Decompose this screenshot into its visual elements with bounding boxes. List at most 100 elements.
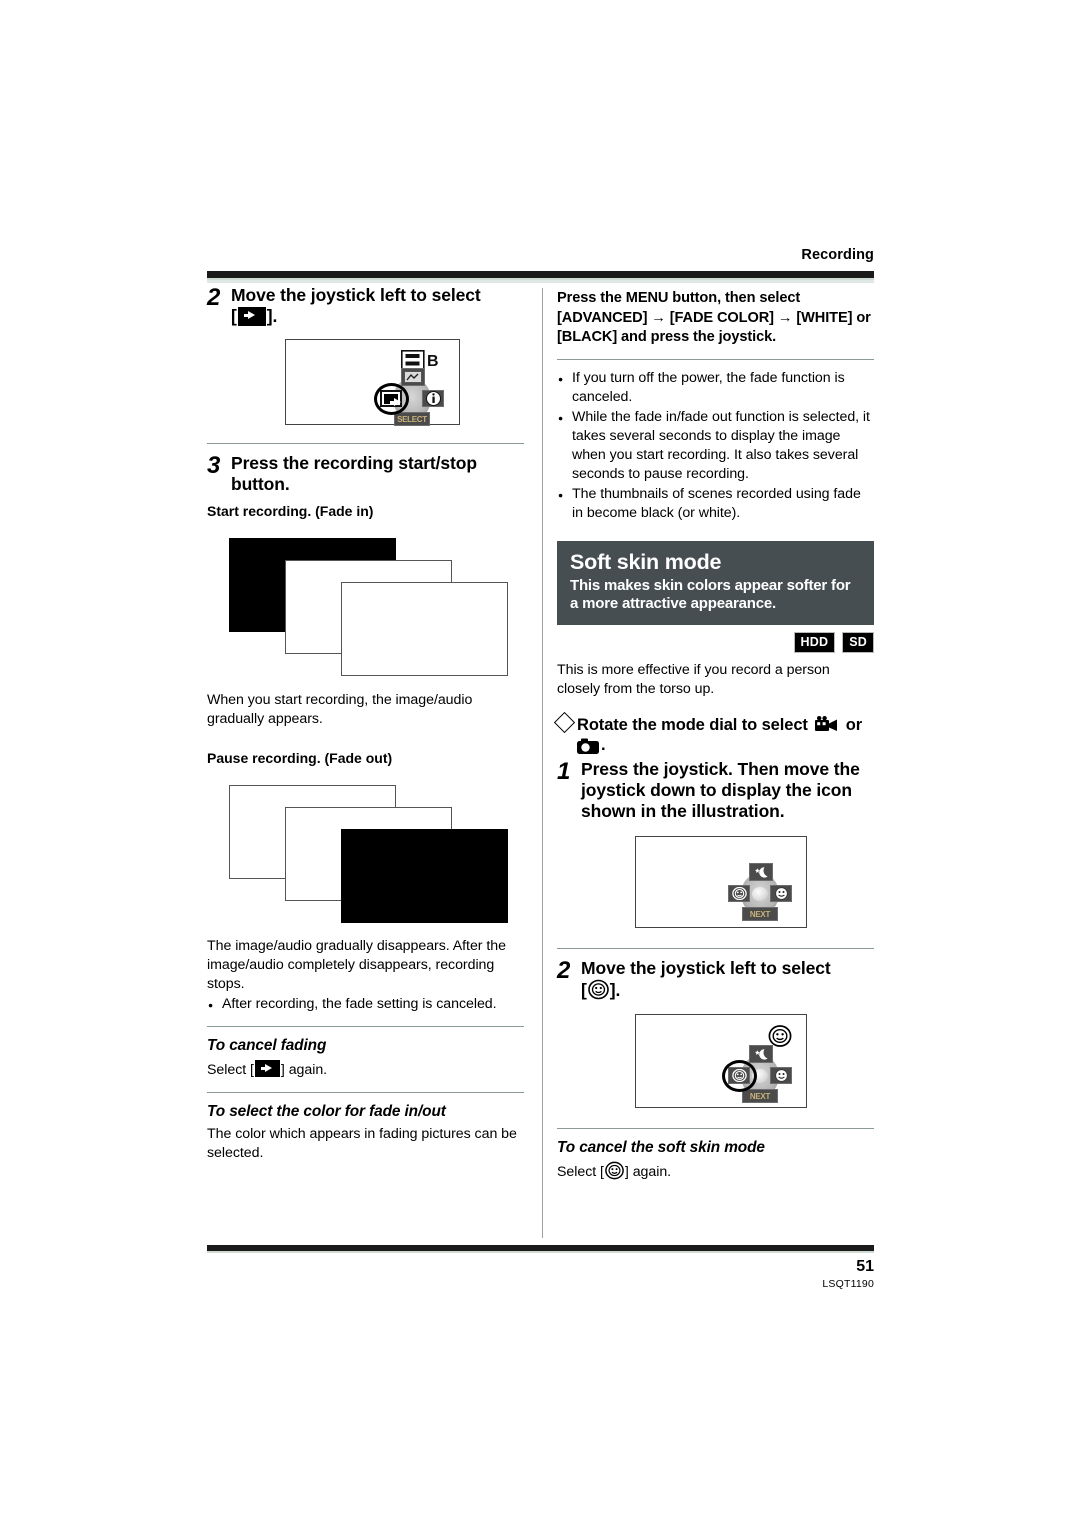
cancel-soft-skin-title: To cancel the soft skin mode — [557, 1139, 765, 1157]
bracket-open: [ — [581, 980, 587, 1001]
menu-instruction: Press the MENU button, then select [ADVA… — [557, 289, 874, 348]
bracket-open: [ — [231, 306, 237, 326]
joystick-up-tile — [401, 368, 425, 386]
joystick-left-tile — [728, 885, 750, 903]
soft-skin-glyph — [587, 979, 609, 1000]
cancel-soft-skin-body: Select [ ] again. — [557, 1161, 874, 1182]
rule-after-step2 — [207, 443, 524, 444]
fade-out-bullet-list: After recording, the fade setting is can… — [207, 994, 524, 1016]
selection-ring — [722, 1060, 757, 1093]
fade-icon — [254, 1059, 280, 1077]
mode-dial-conjunction: or — [845, 716, 863, 735]
joystick-up-tile — [749, 863, 773, 882]
list-item: If you turn off the power, the fade func… — [557, 368, 874, 407]
diamond-bullet-icon — [553, 712, 576, 734]
footer-divider-rule — [207, 1245, 874, 1253]
select-label: Select [ — [207, 1061, 254, 1078]
fade-notes-list: If you turn off the power, the fade func… — [557, 368, 874, 524]
left-step-2: 2 Move the joystick left to select []. — [207, 285, 524, 327]
mode-dial-instruction: Rotate the mode dial to select or . — [553, 712, 874, 756]
fade-color-title: To select the color for fade in/out — [207, 1102, 446, 1120]
again-label: ] again. — [280, 1061, 328, 1078]
badge-hdd: HDD — [793, 631, 836, 654]
camcorder-icon — [815, 716, 838, 734]
joystick-control: SELECT — [374, 368, 444, 428]
bracket-close: ]. — [609, 980, 621, 1001]
fade-out-note: The image/audio gradually disappears. Af… — [207, 937, 506, 993]
joystick-right-tile — [770, 885, 792, 903]
left-column: 2 Move the joystick left to select []. B… — [207, 283, 524, 1163]
soft-skin-icon — [587, 979, 609, 1000]
step-number: 2 — [207, 284, 221, 311]
photo-camera-icon — [577, 738, 599, 755]
night-mode-moon-icon — [755, 1048, 768, 1060]
right-step-2: 2 Move the joystick left to select [ ]. — [557, 958, 874, 1001]
fade-out-illustration — [207, 777, 524, 925]
soft-skin-callout: Soft skin mode This makes skin colors ap… — [557, 541, 874, 625]
step-number: 2 — [557, 957, 571, 985]
joystick-down-tile: SELECT — [394, 412, 430, 426]
page-header: Recording — [207, 248, 874, 280]
soft-skin-glyph — [605, 1161, 624, 1180]
fade-icon — [237, 307, 266, 326]
joystick-down-tile: NEXT — [742, 1089, 778, 1104]
camcorder-glyph — [815, 716, 838, 732]
bracket-close: ]. — [266, 306, 278, 326]
smiley-face-icon — [774, 1069, 788, 1082]
lcd-illustration-softskin: NEXT — [635, 1014, 807, 1109]
step-number: 3 — [207, 452, 221, 479]
cancel-fading-body: Select [ ] again. — [207, 1059, 524, 1080]
list-item: While the fade in/fade out function is s… — [557, 407, 874, 484]
step-instruction: Press the joystick. Then move the joysti… — [581, 759, 860, 822]
media-badges: HDD SD — [557, 631, 874, 654]
soft-skin-intro: This is more effective if you record a p… — [557, 662, 830, 698]
svg-text:B: B — [427, 353, 439, 370]
step-instruction-text: Move the joystick left to select — [231, 285, 481, 305]
fade-frame-black — [341, 828, 508, 923]
step-number: 1 — [557, 758, 571, 786]
tele-macro-icon — [404, 371, 422, 383]
joystick-down-tile: NEXT — [742, 907, 778, 922]
lcd-illustration-fade: B SELECT — [285, 339, 460, 428]
fade-color-body: The color which appears in fading pictur… — [207, 1126, 517, 1162]
column-divider — [542, 288, 543, 1238]
manual-page: Recording 2 Move the joystick left to se… — [0, 0, 1080, 1528]
selection-ring — [374, 383, 409, 415]
callout-title: Soft skin mode — [570, 550, 722, 575]
backlight-and-b-icon: B — [401, 350, 439, 370]
list-item: The thumbnails of scenes recorded using … — [557, 484, 874, 523]
joystick-control: NEXT — [728, 863, 792, 923]
mode-dial-text: Rotate the mode dial to select — [577, 716, 808, 735]
joystick-up-tile — [749, 1045, 773, 1064]
menu-instruction-line-3: [BLACK] and press the joystick. — [557, 329, 777, 346]
left-step-3: 3 Press the recording start/stop button. — [207, 453, 524, 495]
fade-frame-front — [341, 582, 508, 677]
step-instruction: Move the joystick left to select [ ]. — [581, 958, 831, 1001]
again-label: ] again. — [624, 1164, 672, 1181]
rule-before-cancel-fading — [207, 1026, 524, 1028]
info-icon — [425, 391, 441, 406]
right-step-1: 1 Press the joystick. Then move the joys… — [557, 759, 874, 822]
select-label: Select [ — [557, 1164, 604, 1181]
joystick-right-tile — [770, 1067, 792, 1085]
smiley-face-icon — [774, 887, 788, 900]
mode-dial-period: . — [601, 736, 606, 755]
joystick-right-tile — [422, 390, 444, 407]
header-divider-rule — [207, 270, 874, 280]
step-instruction: Press the recording start/stop button. — [231, 453, 477, 494]
night-mode-moon-icon — [755, 866, 768, 878]
rule-before-cancel-soft-skin — [557, 1128, 874, 1130]
badge-sd: SD — [842, 631, 874, 654]
section-title: Recording — [801, 247, 874, 263]
cancel-fading-title: To cancel fading — [207, 1037, 327, 1055]
fade-out-caption: Pause recording. (Fade out) — [207, 749, 393, 766]
fade-in-caption: Start recording. (Fade in) — [207, 503, 374, 519]
callout-subtitle: This makes skin colors appear softer for… — [570, 577, 851, 613]
lcd-illustration-menu: NEXT — [635, 836, 807, 929]
soft-skin-icon — [605, 1161, 624, 1180]
fade-in-note: When you start recording, the image/audi… — [207, 692, 473, 728]
soft-skin-icon — [731, 887, 747, 901]
step-instruction-text: Move the joystick left to select — [581, 958, 831, 979]
joystick-control: NEXT — [722, 1045, 792, 1105]
right-column: Press the MENU button, then select [ADVA… — [553, 283, 874, 1182]
